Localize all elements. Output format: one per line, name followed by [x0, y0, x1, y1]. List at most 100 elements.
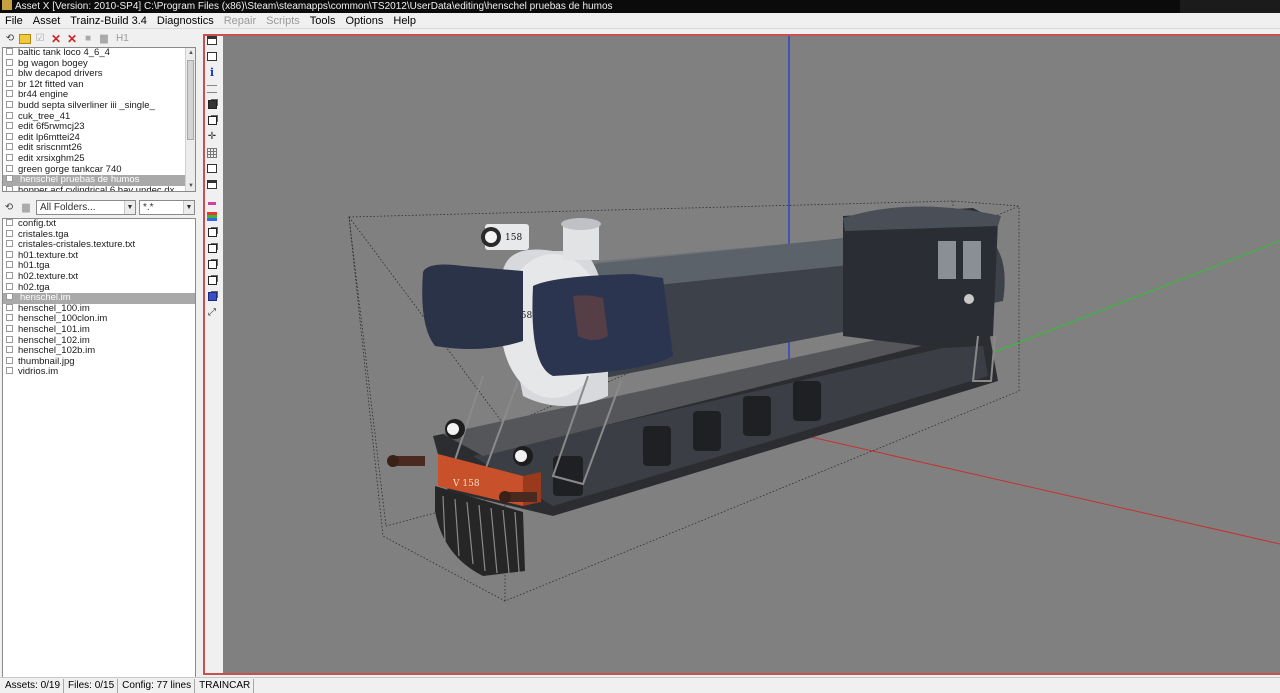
front-plate-number: V 158 — [452, 479, 480, 489]
chevron-down-icon[interactable]: ▼ — [124, 200, 135, 214]
h1-label: H1 — [116, 33, 129, 44]
checkbox[interactable] — [6, 122, 13, 130]
title-bar: Asset X [Version: 2010-SP4] C:\Program F… — [0, 0, 1280, 13]
menu-item-file[interactable]: File — [0, 13, 28, 29]
file-name: thumbnail.jpg — [18, 355, 75, 367]
file-name: h02.texture.txt — [18, 270, 79, 282]
grid-icon[interactable] — [205, 146, 219, 159]
quad-view-icon[interactable] — [205, 50, 219, 63]
checkbox[interactable] — [6, 219, 13, 226]
checkbox[interactable] — [6, 324, 13, 332]
file-name: henschel_101.im — [18, 323, 90, 335]
cube-persp-icon[interactable] — [205, 274, 219, 287]
menu-item-tools[interactable]: Tools — [305, 13, 341, 29]
checkbox[interactable] — [6, 367, 13, 375]
checkbox[interactable] — [6, 229, 13, 237]
pattern-select[interactable]: *.* ▼ — [139, 199, 195, 215]
folder-select[interactable]: All Folders... ▼ — [36, 199, 136, 215]
checkbox[interactable] — [6, 303, 13, 311]
menu-item-help[interactable]: Help — [388, 13, 421, 29]
checkbox[interactable] — [6, 175, 13, 183]
printer-icon[interactable]: ▆ — [97, 32, 111, 46]
checkbox[interactable] — [6, 271, 13, 279]
file-name: henschel_102.im — [18, 334, 90, 346]
texture-icon[interactable] — [205, 194, 219, 207]
checkbox[interactable] — [6, 250, 13, 258]
check-icon[interactable]: ☑ — [33, 32, 47, 46]
file-list-item[interactable]: vidrios.im — [3, 367, 195, 378]
chevron-down-icon[interactable]: ▼ — [183, 200, 194, 214]
menu-item-repair[interactable]: Repair — [219, 13, 261, 29]
checkbox[interactable] — [6, 185, 13, 191]
menu-item-diagnostics[interactable]: Diagnostics — [152, 13, 219, 29]
checkbox[interactable] — [6, 153, 13, 161]
checkbox[interactable] — [6, 111, 13, 119]
wire-cube-icon[interactable] — [205, 114, 219, 127]
checkbox[interactable] — [6, 48, 13, 55]
status-assets: Assets: 0/19 — [2, 678, 65, 693]
checkbox[interactable] — [6, 356, 13, 364]
scroll-thumb[interactable] — [187, 60, 194, 140]
lamp-number: 158 — [505, 233, 522, 243]
status-kind: TRAINCAR — [196, 678, 255, 693]
cube-top-icon[interactable] — [205, 258, 219, 271]
refresh-files-icon[interactable]: ⟲ — [2, 200, 16, 214]
axis-icon[interactable]: ✛ — [205, 130, 219, 143]
print-files-icon[interactable]: ▆ — [19, 200, 33, 214]
menu-item-asset[interactable]: Asset — [28, 13, 66, 29]
checkbox[interactable] — [6, 261, 13, 269]
checkbox[interactable] — [6, 132, 13, 140]
delete-icon[interactable]: ✕ — [49, 32, 63, 46]
checkbox[interactable] — [6, 100, 13, 108]
status-bar: Assets: 0/19 Files: 0/15 Config: 77 line… — [0, 677, 1280, 693]
asset-list-scrollbar[interactable]: ▲ ▼ — [185, 48, 195, 191]
asset-list-item[interactable]: henschel pruebas de humos — [3, 174, 195, 186]
asset-name: green gorge tankcar 740 — [18, 163, 122, 175]
3d-viewport[interactable]: 158 158 V 158 — [203, 34, 1280, 675]
open-folder-icon[interactable] — [19, 33, 31, 44]
checkbox[interactable] — [6, 240, 13, 248]
checkbox[interactable] — [6, 346, 13, 354]
checkbox[interactable] — [6, 282, 13, 290]
model-scene[interactable]: 158 158 V 158 — [223, 36, 1280, 673]
scroll-down-icon[interactable]: ▼ — [186, 181, 195, 191]
cube-side-icon[interactable] — [205, 242, 219, 255]
asset-name: blw decapod drivers — [18, 68, 103, 80]
rainbow-icon[interactable] — [205, 210, 219, 223]
menu-item-scripts[interactable]: Scripts — [261, 13, 305, 29]
blue-cube-icon[interactable] — [205, 290, 219, 303]
info-icon[interactable]: i — [205, 66, 219, 79]
file-list[interactable]: config.txt cristales.tga cristales-cristal… — [2, 218, 196, 678]
checkbox[interactable] — [6, 164, 13, 172]
checkbox[interactable] — [6, 69, 13, 77]
single-view-icon[interactable] — [205, 34, 219, 47]
close-icon[interactable]: ✕ — [65, 32, 79, 46]
checkbox[interactable] — [6, 90, 13, 98]
top-window-icon[interactable] — [205, 178, 219, 191]
checkbox[interactable] — [6, 314, 13, 322]
checkbox[interactable] — [6, 79, 13, 87]
refresh-icon[interactable]: ⟲ — [3, 32, 17, 46]
window-title: Asset X [Version: 2010-SP4] C:\Program F… — [15, 1, 613, 12]
file-filter-bar: ⟲ ▆ All Folders... ▼ *.* ▼ — [2, 199, 196, 215]
grey-block-icon[interactable]: ■ — [81, 32, 95, 46]
expand-icon[interactable]: ⤢ — [205, 306, 219, 319]
cube-front-icon[interactable] — [205, 226, 219, 239]
checkbox[interactable] — [6, 335, 13, 343]
asset-name: edit lp6mttei24 — [18, 131, 80, 143]
menu-item-trainz-build-3-4[interactable]: Trainz-Build 3.4 — [65, 13, 152, 29]
checkbox[interactable] — [6, 58, 13, 66]
menu-item-options[interactable]: Options — [340, 13, 388, 29]
properties-icon[interactable] — [205, 82, 219, 95]
file-name: h02.tga — [18, 281, 50, 293]
checkbox[interactable] — [6, 143, 13, 151]
status-config: Config: 77 lines — [119, 678, 196, 693]
checkbox[interactable] — [6, 293, 13, 301]
asset-list[interactable]: baltic tank loco 4_6_4 bg wagon bogey blw … — [2, 47, 196, 192]
asset-name: baltic tank loco 4_6_4 — [18, 47, 110, 58]
asset-name: cuk_tree_41 — [18, 110, 71, 122]
asset-list-item[interactable]: hopper acf cylindrical 6 bay undec dx — [3, 185, 195, 191]
scroll-up-icon[interactable]: ▲ — [186, 48, 195, 58]
solid-cube-icon[interactable] — [205, 98, 219, 111]
window-icon[interactable] — [205, 162, 219, 175]
